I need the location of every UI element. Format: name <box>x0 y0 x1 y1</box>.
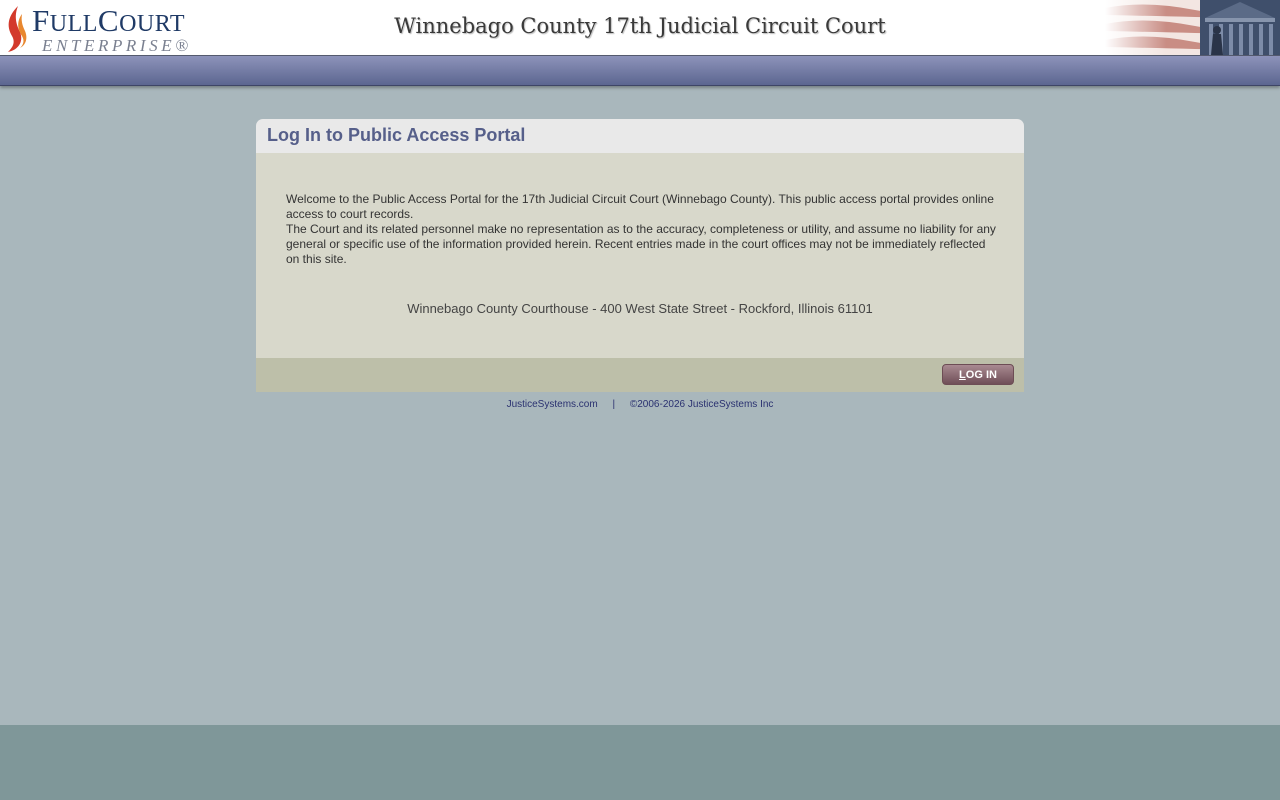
courthouse-address: Winnebago County Courthouse - 400 West S… <box>407 301 873 316</box>
panel-title: Log In to Public Access Portal <box>267 125 526 145</box>
court-title: Winnebago County 17th Judicial Circuit C… <box>394 14 886 38</box>
login-panel: Log In to Public Access Portal Welcome t… <box>256 119 1024 392</box>
disclaimer-text: The Court and its related personnel make… <box>286 222 996 266</box>
page-header: FULLCOURT ENTERPRISE® Winnebago County 1… <box>0 0 1280 56</box>
welcome-message: Welcome to the Public Access Portal for … <box>286 192 998 267</box>
logo-subtitle: ENTERPRISE® <box>42 36 192 55</box>
panel-header: Log In to Public Access Portal <box>256 119 1024 153</box>
page-footer: JusticeSystems.com | ©2006-2026 JusticeS… <box>0 399 1280 410</box>
footer-separator: | <box>612 399 616 410</box>
flag-and-justice-statue-image <box>1105 0 1280 55</box>
panel-footer: LOG IN <box>256 358 1024 392</box>
justicesystems-link[interactable]: JusticeSystems.com <box>507 399 598 410</box>
copyright-link[interactable]: ©2006-2026 JusticeSystems Inc <box>630 399 774 410</box>
navigation-bar <box>0 56 1280 86</box>
welcome-text: Welcome to the Public Access Portal for … <box>286 192 994 221</box>
login-button[interactable]: LOG IN <box>942 364 1014 385</box>
panel-body: Welcome to the Public Access Portal for … <box>256 153 1024 358</box>
bottom-band <box>0 725 1280 800</box>
